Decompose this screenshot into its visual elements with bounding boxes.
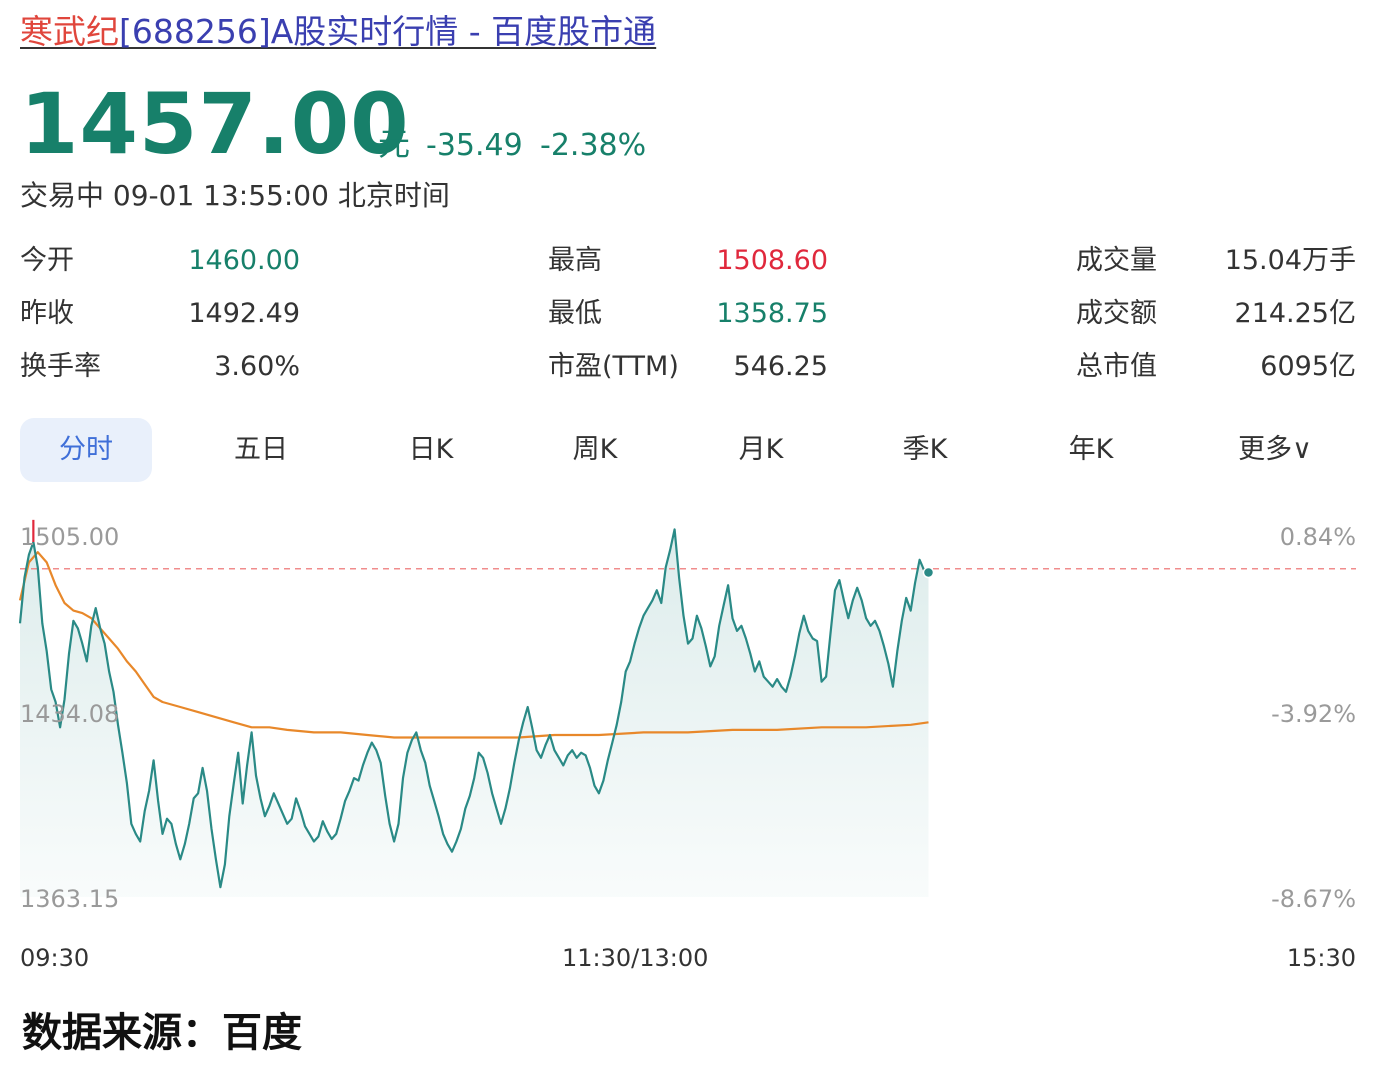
- y-tick-left-top: 1505.00: [20, 523, 120, 551]
- y-tick-left-bottom: 1363.15: [20, 885, 120, 913]
- data-source: 数据来源：百度: [22, 1010, 302, 1056]
- current-price-dot: [922, 566, 935, 579]
- x-tick-close: 15:30: [1286, 944, 1356, 972]
- price-area-fill: [20, 529, 929, 897]
- y-tick-left-mid: 1434.08: [20, 700, 120, 728]
- x-tick-open: 09:30: [20, 944, 90, 972]
- y-tick-right-top: 0.84%: [1279, 523, 1356, 551]
- intraday-chart: [18, 519, 1356, 897]
- y-tick-right-bottom: -8.67%: [1271, 885, 1356, 913]
- y-tick-right-mid: -3.92%: [1271, 700, 1356, 728]
- x-tick-midday: 11:30/13:00: [562, 944, 709, 972]
